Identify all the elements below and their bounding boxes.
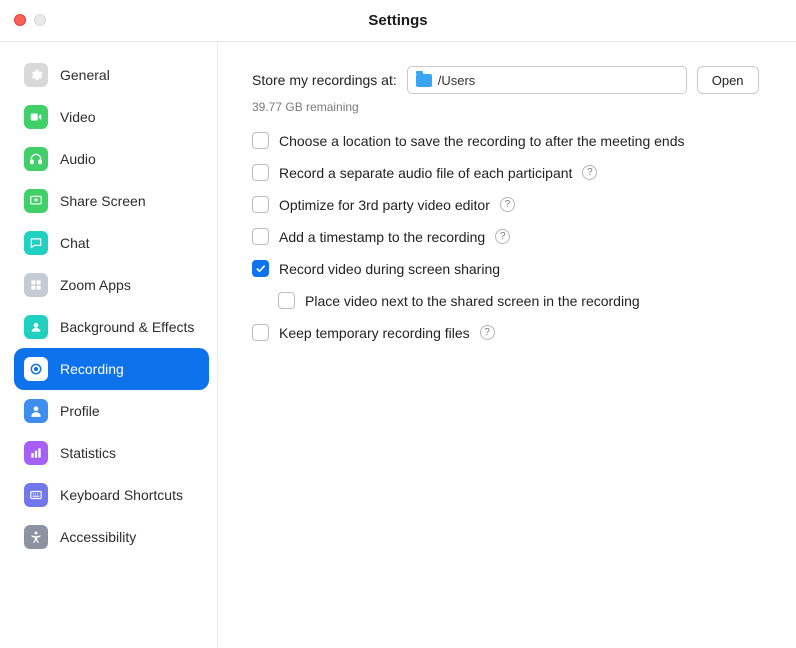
content-pane: Store my recordings at: /Users Open 39.7… (218, 42, 796, 648)
sidebar-item-chat[interactable]: Chat (14, 222, 209, 264)
share-screen-icon (24, 189, 48, 213)
sidebar-item-label: Profile (60, 403, 100, 419)
option-checkbox[interactable] (252, 132, 269, 149)
option-row: Optimize for 3rd party video editor? (252, 196, 762, 213)
option-label: Add a timestamp to the recording (279, 229, 485, 245)
titlebar: Settings (0, 0, 796, 42)
open-folder-button[interactable]: Open (697, 66, 759, 94)
sidebar-item-statistics[interactable]: Statistics (14, 432, 209, 474)
sidebar-item-label: Share Screen (60, 193, 146, 209)
background-icon (24, 315, 48, 339)
sidebar-item-label: Zoom Apps (60, 277, 131, 293)
sidebar-item-label: Keyboard Shortcuts (60, 487, 183, 503)
sidebar-item-zoom-apps[interactable]: Zoom Apps (14, 264, 209, 306)
sidebar: General Video Audio Share Screen Chat Zoom Ap… (0, 42, 218, 648)
window-controls (14, 14, 46, 26)
storage-remaining: 39.77 GB remaining (252, 100, 762, 114)
option-checkbox[interactable] (278, 292, 295, 309)
option-row: Choose a location to save the recording … (252, 132, 762, 149)
option-label: Place video next to the shared screen in… (305, 293, 640, 309)
sidebar-item-share-screen[interactable]: Share Screen (14, 180, 209, 222)
sidebar-item-keyboard-shortcuts[interactable]: Keyboard Shortcuts (14, 474, 209, 516)
gear-icon (24, 63, 48, 87)
help-icon[interactable]: ? (495, 229, 510, 244)
option-checkbox[interactable] (252, 260, 269, 277)
sidebar-item-video[interactable]: Video (14, 96, 209, 138)
sidebar-item-label: Video (60, 109, 96, 125)
option-row: Keep temporary recording files? (252, 324, 762, 341)
sidebar-item-label: General (60, 67, 110, 83)
help-icon[interactable]: ? (480, 325, 495, 340)
folder-icon (416, 74, 432, 87)
option-checkbox[interactable] (252, 228, 269, 245)
statistics-icon (24, 441, 48, 465)
option-label: Keep temporary recording files (279, 325, 470, 341)
option-label: Choose a location to save the recording … (279, 133, 684, 149)
store-location-label: Store my recordings at: (252, 72, 397, 88)
sidebar-item-general[interactable]: General (14, 54, 209, 96)
option-label: Record video during screen sharing (279, 261, 500, 277)
profile-icon (24, 399, 48, 423)
store-location-row: Store my recordings at: /Users Open (252, 66, 762, 94)
help-icon[interactable]: ? (500, 197, 515, 212)
option-label: Optimize for 3rd party video editor (279, 197, 490, 213)
apps-icon (24, 273, 48, 297)
option-row: Record video during screen sharing (252, 260, 762, 277)
record-icon (24, 357, 48, 381)
sidebar-item-label: Audio (60, 151, 96, 167)
sidebar-item-label: Background & Effects (60, 319, 194, 335)
sidebar-item-profile[interactable]: Profile (14, 390, 209, 432)
keyboard-icon (24, 483, 48, 507)
option-row: Place video next to the shared screen in… (278, 292, 762, 309)
sidebar-item-label: Recording (60, 361, 124, 377)
accessibility-icon (24, 525, 48, 549)
option-label: Record a separate audio file of each par… (279, 165, 572, 181)
sidebar-item-label: Statistics (60, 445, 116, 461)
sidebar-item-accessibility[interactable]: Accessibility (14, 516, 209, 558)
sidebar-item-recording[interactable]: Recording (14, 348, 209, 390)
window-title: Settings (368, 12, 427, 29)
option-checkbox[interactable] (252, 324, 269, 341)
minimize-window-button[interactable] (34, 14, 46, 26)
option-row: Add a timestamp to the recording? (252, 228, 762, 245)
option-checkbox[interactable] (252, 196, 269, 213)
option-checkbox[interactable] (252, 164, 269, 181)
sidebar-item-label: Accessibility (60, 529, 136, 545)
chat-icon (24, 231, 48, 255)
option-row: Record a separate audio file of each par… (252, 164, 762, 181)
recording-options: Choose a location to save the recording … (252, 132, 762, 341)
sidebar-item-label: Chat (60, 235, 90, 251)
close-window-button[interactable] (14, 14, 26, 26)
headphones-icon (24, 147, 48, 171)
recording-path-value: /Users (438, 73, 476, 88)
video-icon (24, 105, 48, 129)
sidebar-item-background-effects[interactable]: Background & Effects (14, 306, 209, 348)
help-icon[interactable]: ? (582, 165, 597, 180)
recording-path-field[interactable]: /Users (407, 66, 687, 94)
sidebar-item-audio[interactable]: Audio (14, 138, 209, 180)
